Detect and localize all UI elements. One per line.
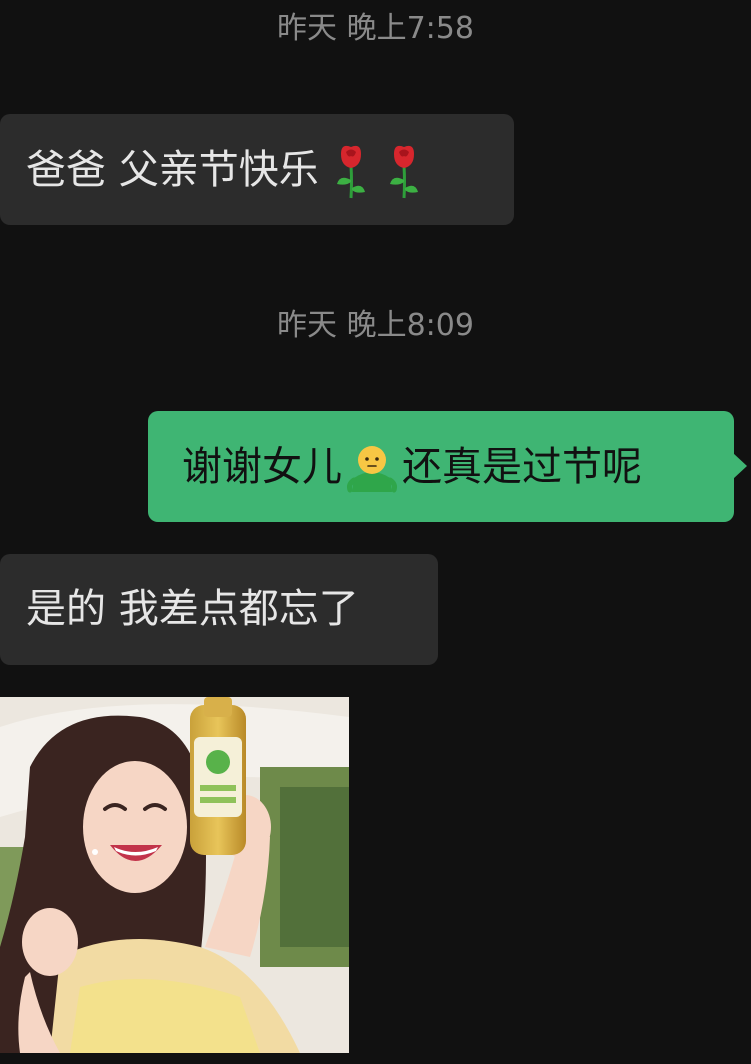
timestamp-divider: 昨天 晚上8:09 — [277, 308, 474, 343]
rose-emoji — [337, 145, 366, 199]
message-bubble-incoming[interactable]: 是的 我差点都忘了 — [0, 554, 438, 665]
message-text: 爸爸 父亲节快乐 — [26, 147, 319, 193]
bubble-tail — [733, 453, 747, 479]
message-text: 谢谢女儿 — [182, 444, 342, 490]
woman-smiling-holding-bottle-photo — [0, 697, 349, 1053]
rose-emoji — [390, 145, 419, 199]
timestamp-divider: 昨天 晚上7:58 — [277, 11, 474, 46]
standing-person-emoji — [347, 446, 397, 493]
message-text: 还真是过节呢 — [402, 444, 642, 490]
message-bubble-incoming[interactable]: 爸爸 父亲节快乐 — [0, 114, 514, 225]
image-message[interactable] — [0, 697, 349, 1053]
message-bubble-outgoing[interactable]: 谢谢女儿 还真是过节呢 — [148, 411, 747, 522]
message-text: 是的 我差点都忘了 — [26, 586, 359, 632]
